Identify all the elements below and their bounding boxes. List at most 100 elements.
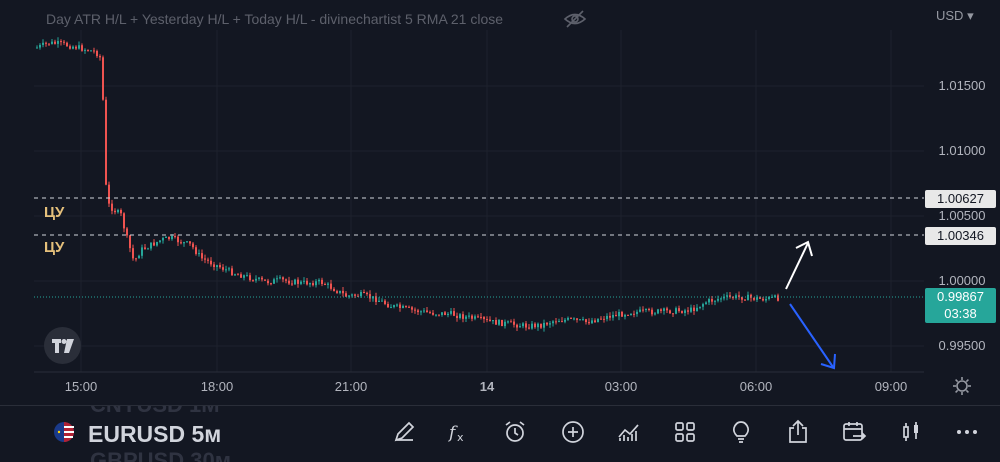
candle-body (339, 290, 341, 293)
candle-body (720, 298, 722, 300)
candle-body (75, 46, 77, 49)
level-label-1: ЦУ (44, 204, 65, 221)
eu-us-flag-icon (54, 422, 74, 442)
candle-body (492, 320, 494, 322)
previous-symbol[interactable]: CNYUSD 1M (90, 406, 220, 418)
candle-body (102, 57, 104, 100)
candle-body (207, 259, 209, 261)
candle-body (696, 307, 698, 311)
candle-body (531, 323, 533, 329)
candle-body (639, 309, 641, 312)
candle-body (165, 236, 167, 238)
candle-body (405, 305, 407, 307)
next-symbol[interactable]: GBPUSD 30м (90, 448, 231, 462)
candle-body (573, 318, 575, 320)
eye-hidden-icon[interactable] (563, 9, 587, 29)
idea-bulb-icon[interactable] (728, 419, 754, 445)
grid-layout-icon[interactable] (672, 419, 698, 445)
more-icon[interactable] (954, 419, 980, 445)
candle-body (765, 298, 767, 301)
candle-body (384, 300, 386, 304)
candle-body (246, 275, 248, 277)
candle-body (105, 99, 107, 185)
candle-body (627, 314, 629, 316)
alert-clock-icon[interactable] (502, 419, 528, 445)
candle-body (693, 307, 695, 311)
share-icon[interactable] (785, 419, 811, 445)
candle-body (276, 278, 278, 280)
date-range-icon[interactable] (841, 419, 867, 445)
candle-body (717, 298, 719, 301)
candle-body (660, 309, 662, 311)
symbol-selector[interactable]: EURUSD 5м (88, 421, 221, 448)
candle-body (612, 314, 614, 318)
indicators-fx-icon[interactable]: fx (446, 419, 472, 445)
candle-body (189, 241, 191, 244)
candle-body (63, 41, 65, 43)
candle-body (663, 308, 665, 311)
candle-body (123, 213, 125, 229)
time-scale-label: 09:00 (875, 379, 908, 394)
candle-body (429, 312, 431, 314)
candle-body (630, 313, 632, 316)
candle-body (585, 319, 587, 323)
candle-body (93, 50, 95, 52)
candle-body (324, 283, 326, 285)
candle-body (426, 310, 428, 313)
candle-body (702, 304, 704, 307)
up-arrow[interactable] (785, 240, 813, 290)
candle-body (231, 268, 233, 276)
price-scale-label: 0.99500 (939, 338, 986, 353)
candle-body (705, 302, 707, 305)
candle-body (177, 236, 179, 243)
candle-body (636, 311, 638, 315)
candle-body (624, 314, 626, 317)
level-price-tag-1: 1.00627 (925, 190, 996, 208)
candle-body (444, 312, 446, 316)
candle-body (288, 280, 290, 284)
compare-chart-icon[interactable] (616, 419, 642, 445)
candle-body (141, 247, 143, 256)
candle-body (606, 315, 608, 320)
candle-body (204, 258, 206, 260)
candle-body (645, 309, 647, 311)
candle-body (108, 184, 110, 204)
candle-body (84, 49, 86, 51)
candle-body (264, 279, 266, 281)
candle-body (414, 309, 416, 311)
candle-body (447, 313, 449, 316)
candle-body (225, 269, 227, 271)
candle-body (336, 291, 338, 293)
candle-body (552, 321, 554, 324)
candle-body (456, 315, 458, 318)
chart-settings-icon[interactable] (952, 376, 972, 396)
candle-body (519, 326, 521, 328)
candle-body (747, 294, 749, 301)
drawing-pen-icon[interactable] (391, 419, 417, 445)
candle-body (507, 321, 509, 323)
tradingview-logo[interactable] (44, 327, 81, 364)
bar-countdown: 03:38 (944, 306, 977, 321)
level-price-tag-2: 1.00346 (925, 227, 996, 245)
candle-body (210, 260, 212, 265)
time-scale-label: 18:00 (201, 379, 234, 394)
price-chart[interactable]: 1.01500 1.01000 1.00500 1.00000 0.99500 15:00… (0, 0, 1000, 405)
add-circle-icon[interactable] (560, 419, 586, 445)
currency-selector[interactable]: USD ▾ (936, 8, 974, 24)
indicator-title[interactable]: Day ATR H/L + Yesterday H/L + Today H/L … (46, 11, 503, 27)
down-arrow[interactable] (789, 303, 836, 370)
time-scale-label: 15:00 (65, 379, 98, 394)
candle-body (135, 258, 137, 260)
candle-body (270, 283, 272, 285)
candle-body (186, 241, 188, 243)
candle-body (480, 316, 482, 318)
chart-area[interactable]: 1.01500 1.01000 1.00500 1.00000 0.99500 15:00… (0, 0, 1000, 405)
candle-body (753, 297, 755, 300)
candle-body (420, 311, 422, 313)
candle-body (528, 327, 530, 329)
candle-body (396, 304, 398, 306)
candle-body (72, 46, 74, 49)
candle-type-icon[interactable] (898, 419, 924, 445)
candle-body (648, 309, 650, 311)
last-price: 0.99867 (937, 289, 984, 304)
